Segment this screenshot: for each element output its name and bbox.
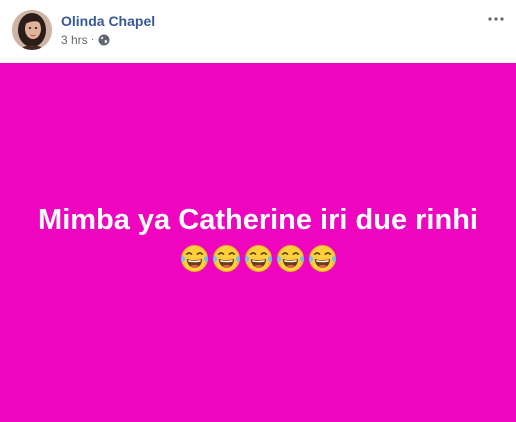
- more-options-button[interactable]: [486, 9, 506, 29]
- tears-of-joy-emoji-icon: [276, 245, 304, 272]
- post-time[interactable]: 3 hrs: [61, 33, 88, 47]
- more-horizontal-icon: [488, 17, 504, 21]
- tears-of-joy-emoji-icon: [244, 245, 272, 272]
- post-meta: 3 hrs ·: [61, 33, 110, 47]
- emoji-row: [179, 243, 338, 274]
- post-header: Olinda Chapel 3 hrs ·: [0, 0, 516, 63]
- facebook-post: Olinda Chapel 3 hrs · Mimba ya Catherine…: [0, 0, 516, 422]
- meta-separator: ·: [90, 34, 95, 45]
- author-name[interactable]: Olinda Chapel: [61, 13, 155, 29]
- avatar[interactable]: [12, 10, 52, 50]
- profile-photo: [12, 10, 52, 50]
- tears-of-joy-emoji-icon: [180, 245, 208, 272]
- tears-of-joy-emoji-icon: [308, 245, 336, 272]
- globe-icon[interactable]: [98, 34, 110, 46]
- status-background[interactable]: Mimba ya Catherine iri due rinhi: [0, 63, 516, 422]
- tears-of-joy-emoji-icon: [212, 245, 240, 272]
- status-text: Mimba ya Catherine iri due rinhi: [38, 204, 478, 236]
